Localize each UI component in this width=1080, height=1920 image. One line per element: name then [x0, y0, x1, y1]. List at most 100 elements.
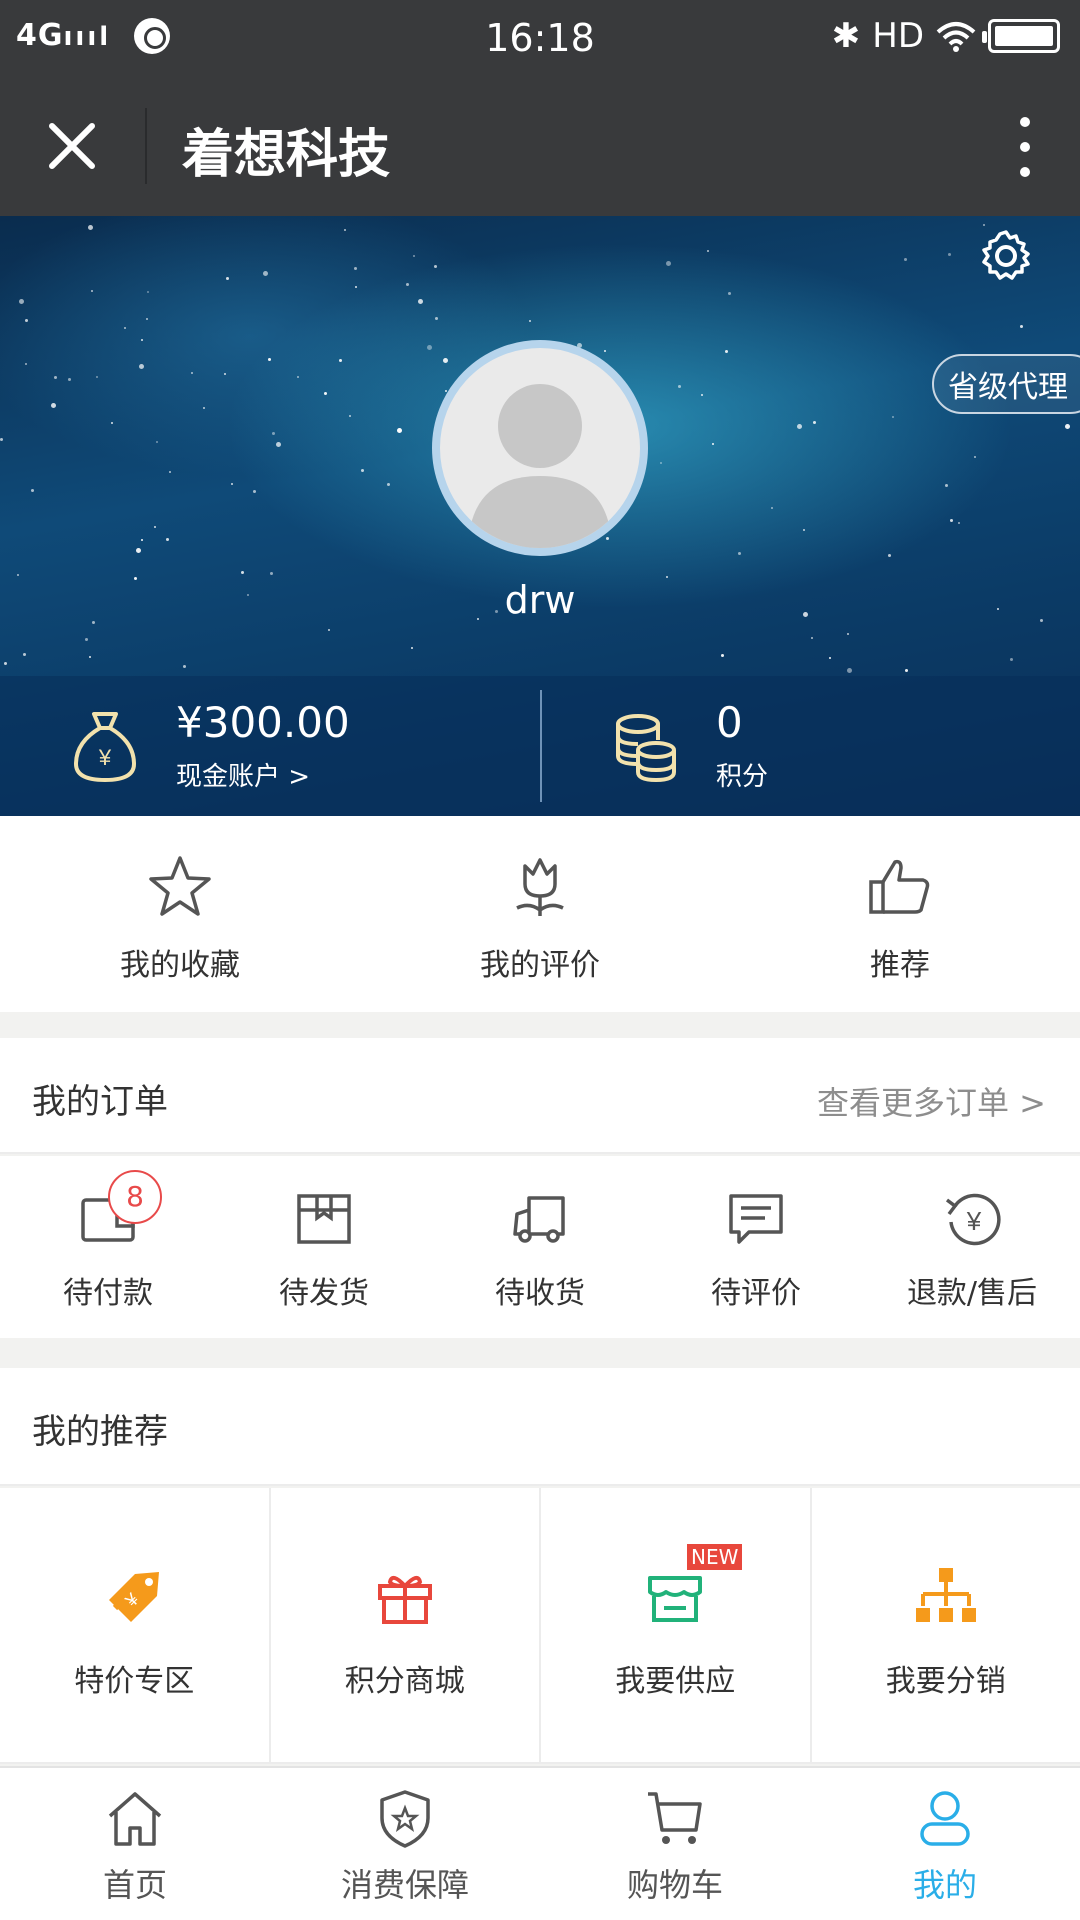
star-dot	[829, 657, 831, 659]
star-dot	[958, 522, 960, 524]
agent-level-badge: 省级代理	[932, 354, 1080, 414]
recommend-supply[interactable]: NEW 我要供应	[541, 1488, 812, 1764]
order-pending-payment[interactable]: 8 待付款	[0, 1156, 216, 1338]
star-dot	[324, 392, 327, 395]
order-to-review[interactable]: 待评价	[648, 1156, 864, 1338]
points-label: 积分	[716, 762, 769, 792]
star-dot	[154, 526, 156, 528]
bottom-tab-bar: 首页 消费保障 购物车 我的	[0, 1766, 1080, 1920]
shortcut-reviews[interactable]: 我的评价	[360, 816, 720, 1012]
star-dot	[328, 629, 330, 631]
view-more-orders-link[interactable]: 查看更多订单 >	[817, 1078, 1046, 1124]
tab-cart[interactable]: 购物车	[540, 1768, 810, 1920]
cart-icon	[648, 1792, 702, 1844]
pending-payment-badge: 8	[108, 1170, 162, 1224]
star-dot	[241, 571, 244, 574]
avatar[interactable]	[432, 340, 648, 556]
star-dot	[387, 483, 390, 486]
order-status-row: 8 待付款 待发货 待收货 待评价 ¥ 退款/售后	[0, 1156, 1080, 1338]
star-dot	[797, 424, 802, 429]
tab-label: 购物车	[626, 1866, 723, 1904]
recommend-label: 我要分销	[885, 1664, 1006, 1699]
star-dot	[263, 271, 268, 276]
box-icon	[297, 1194, 351, 1244]
settings-gear-icon[interactable]	[978, 228, 1034, 284]
star-dot	[847, 633, 849, 635]
star-dot	[1020, 325, 1023, 328]
gift-icon	[377, 1575, 432, 1624]
recommend-points-mall[interactable]: 积分商城	[270, 1488, 541, 1764]
more-menu-icon[interactable]	[1010, 112, 1040, 182]
order-to-ship[interactable]: 待发货	[216, 1156, 432, 1338]
star-dot	[945, 484, 948, 487]
title-divider	[145, 108, 147, 184]
star-dot	[88, 225, 93, 230]
order-label: 待评价	[711, 1276, 801, 1311]
profile-header: 省级代理 drw ¥ ¥300.00 现金账户 > 0 积分	[0, 216, 1080, 816]
recommend-header: 我的推荐	[0, 1368, 1080, 1486]
star-dot	[139, 364, 144, 369]
star-dot	[25, 319, 28, 322]
tab-guarantee[interactable]: 消费保障	[270, 1768, 540, 1920]
tab-label: 我的	[912, 1866, 977, 1904]
star-dot	[253, 490, 256, 493]
star-dot	[339, 359, 342, 362]
star-dot	[272, 432, 275, 435]
star-dot	[813, 421, 816, 424]
star-dot	[276, 442, 281, 447]
tab-home[interactable]: 首页	[0, 1768, 270, 1920]
star-dot	[725, 350, 728, 353]
star-dot	[888, 554, 891, 557]
status-right: ✱ HD	[832, 16, 1060, 56]
order-label: 退款/售后	[906, 1276, 1038, 1311]
recommend-special-price[interactable]: ¥ 特价专区	[0, 1488, 271, 1764]
close-icon[interactable]	[42, 116, 102, 176]
star-dot	[91, 290, 93, 292]
points-account[interactable]: 0 积分	[542, 676, 1080, 816]
cash-account[interactable]: ¥ ¥300.00 现金账户 >	[0, 676, 540, 816]
shortcut-recommend[interactable]: 推荐	[720, 816, 1080, 1012]
price-tag-icon: ¥	[109, 1572, 160, 1622]
star-dot	[397, 428, 402, 433]
recommend-title: 我的推荐	[32, 1412, 168, 1452]
star-dot	[712, 443, 714, 445]
star-dot	[270, 572, 273, 575]
star-dot	[124, 327, 126, 329]
money-bag-icon: ¥	[73, 712, 137, 783]
star-dot	[892, 416, 894, 418]
comment-icon	[729, 1194, 783, 1244]
order-label: 待付款	[63, 1276, 153, 1311]
star-dot	[361, 469, 364, 472]
star-icon	[149, 856, 211, 916]
star-dot	[111, 422, 113, 424]
star-dot	[166, 538, 169, 541]
star-dot	[147, 291, 149, 293]
orders-title: 我的订单	[32, 1082, 168, 1122]
star-dot	[136, 548, 141, 553]
star-dot	[344, 229, 346, 231]
order-refund[interactable]: ¥ 退款/售后	[864, 1156, 1080, 1338]
star-dot	[604, 350, 606, 352]
battery-icon	[982, 19, 1060, 53]
star-dot	[226, 277, 229, 280]
refund-icon: ¥	[945, 1193, 1001, 1246]
points-value: 0	[716, 698, 743, 747]
coins-icon	[616, 714, 676, 783]
order-to-receive[interactable]: 待收货	[432, 1156, 648, 1338]
recommend-distribution[interactable]: 我要分销	[811, 1488, 1080, 1764]
thumbs-up-icon	[869, 859, 930, 914]
star-dot	[707, 250, 709, 252]
order-label: 待收货	[495, 1276, 585, 1311]
tab-mine[interactable]: 我的	[810, 1768, 1080, 1920]
star-dot	[141, 539, 143, 541]
star-dot	[349, 415, 351, 417]
shortcut-favorites[interactable]: 我的收藏	[0, 816, 360, 1012]
recommend-grid: ¥ 特价专区 积分商城 NEW 我要供应 我要分销	[0, 1488, 1080, 1764]
star-dot	[224, 373, 226, 375]
svg-text:¥: ¥	[98, 745, 112, 770]
home-icon	[108, 1792, 162, 1846]
store-icon	[648, 1576, 703, 1622]
shortcut-label: 推荐	[870, 948, 930, 983]
new-tag: NEW	[687, 1544, 743, 1570]
star-dot	[203, 407, 205, 409]
